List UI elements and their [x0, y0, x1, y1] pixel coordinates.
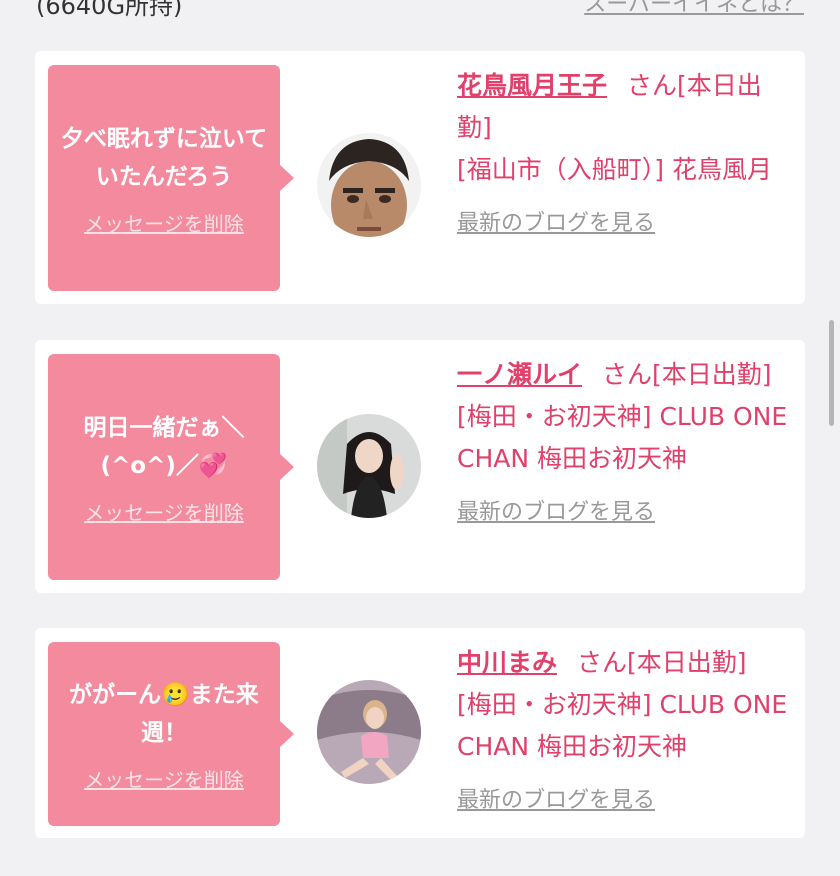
work-status: さん[本日出勤] — [577, 648, 747, 677]
message-bubble: ががーん🥲また来週！ メッセージを削除 — [48, 642, 294, 826]
gold-balance: (6640G所持) — [36, 0, 183, 20]
message-text: 明日一緒だぁ＼(^o^)／💞 — [83, 414, 245, 479]
message-card: 夕べ眠れずに泣いていたんだろう メッセージを削除 花鳥風月王子 さん[本日出勤] … — [35, 51, 805, 304]
avatar[interactable] — [317, 133, 421, 237]
scrollbar[interactable] — [829, 320, 834, 426]
message-text: ががーん🥲また来週！ — [69, 681, 259, 746]
latest-blog-link[interactable]: 最新のブログを見る — [457, 492, 793, 534]
super-like-help-link[interactable]: スーパーイイネとは？ — [584, 0, 804, 18]
message-bubble: 夕べ眠れずに泣いていたんだろう メッセージを削除 — [48, 65, 294, 291]
shop-info: [梅田・お初天神] CLUB ONE CHAN 梅田お初天神 — [457, 690, 788, 761]
cast-info: 中川まみ さん[本日出勤] [梅田・お初天神] CLUB ONE CHAN 梅田お… — [457, 642, 793, 822]
message-bubble: 明日一緒だぁ＼(^o^)／💞 メッセージを削除 — [48, 354, 294, 580]
delete-message-link[interactable]: メッセージを削除 — [84, 764, 244, 793]
cast-name-link[interactable]: 一ノ瀬ルイ — [457, 360, 582, 389]
cast-name-link[interactable]: 花鳥風月王子 — [457, 71, 607, 100]
message-text: 夕べ眠れずに泣いていたんだろう — [60, 125, 268, 190]
top-bar: (6640G所持) スーパーイイネとは？ — [0, 0, 840, 20]
delete-message-link[interactable]: メッセージを削除 — [84, 497, 244, 526]
cast-info: 一ノ瀬ルイ さん[本日出勤] [梅田・お初天神] CLUB ONE CHAN 梅田… — [457, 354, 793, 534]
shop-info: [福山市（入船町）] 花鳥風月 — [457, 155, 772, 184]
latest-blog-link[interactable]: 最新のブログを見る — [457, 780, 793, 822]
avatar[interactable] — [317, 680, 421, 784]
cast-info: 花鳥風月王子 さん[本日出勤] [福山市（入船町）] 花鳥風月 最新のブログを見る — [457, 65, 793, 245]
message-card: 明日一緒だぁ＼(^o^)／💞 メッセージを削除 一ノ瀬ルイ さん[本日出勤] [梅… — [35, 340, 805, 593]
cast-name-link[interactable]: 中川まみ — [457, 648, 557, 677]
latest-blog-link[interactable]: 最新のブログを見る — [457, 203, 793, 245]
avatar[interactable] — [317, 414, 421, 518]
message-card: ががーん🥲また来週！ メッセージを削除 中川まみ さん[本日出勤] [梅田・お初天… — [35, 628, 805, 838]
work-status: さん[本日出勤] — [602, 360, 772, 389]
shop-info: [梅田・お初天神] CLUB ONE CHAN 梅田お初天神 — [457, 402, 788, 473]
delete-message-link[interactable]: メッセージを削除 — [84, 208, 244, 237]
